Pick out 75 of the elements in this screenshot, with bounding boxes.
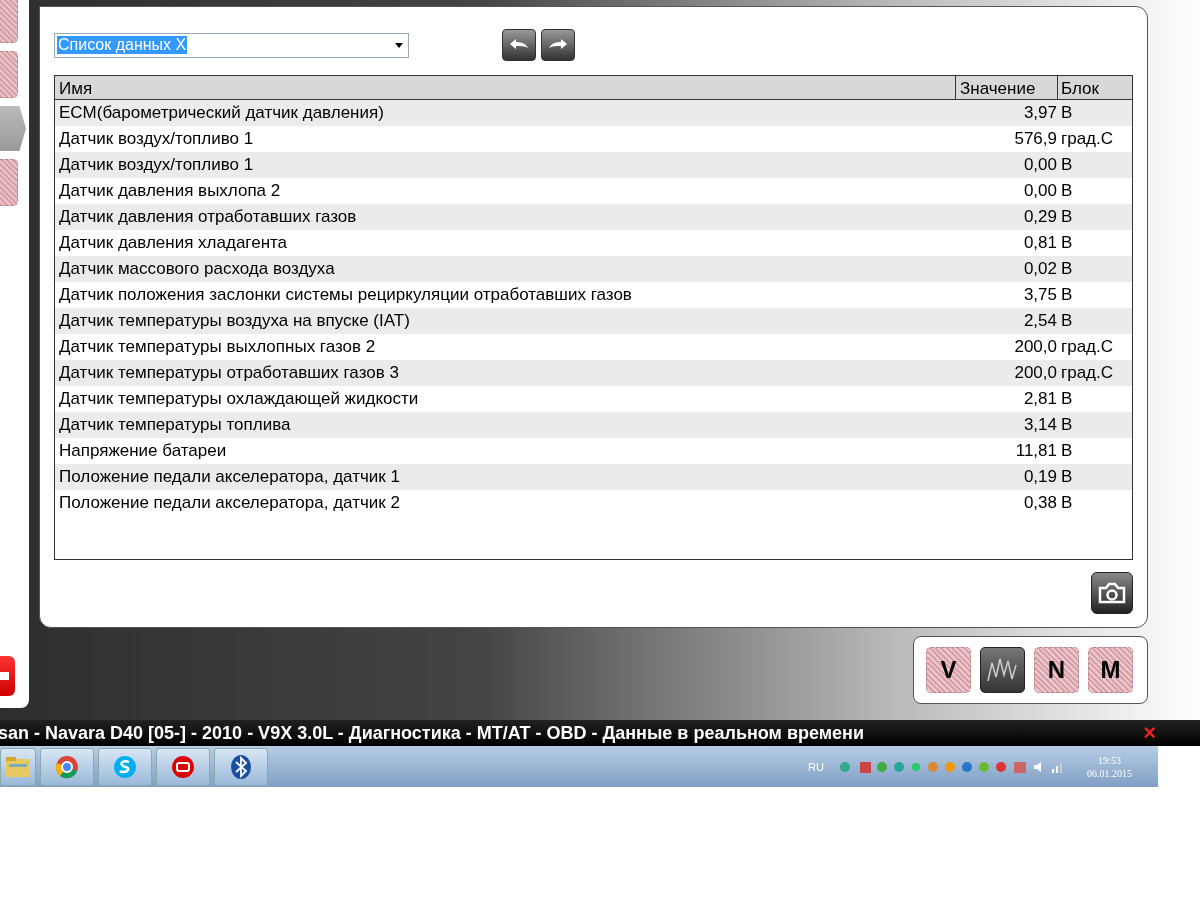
sidebar-item[interactable]: [0, 51, 18, 98]
table-cell-text: 3,75: [1022, 284, 1058, 306]
table-cell-text: В: [1061, 284, 1074, 306]
forward-button[interactable]: [541, 29, 575, 61]
table-cell-text: В: [1061, 206, 1074, 228]
table-cell-text: Датчик температуры отработавших газов 3: [58, 362, 400, 384]
table-cell-text: 2,81: [1022, 388, 1058, 410]
table-cell-text: Датчик температуры воздуха на впуске (IAT): [58, 310, 411, 332]
browser-icon[interactable]: [40, 747, 94, 786]
table-cell-text: Положение педали акселератора, датчик 2: [58, 492, 401, 514]
folder-icon[interactable]: [0, 747, 36, 786]
table-cell-text: В: [1061, 154, 1074, 176]
table-cell-text: 0,00: [1022, 180, 1058, 202]
table-cell-text: В: [1061, 180, 1074, 202]
sidebar-item[interactable]: [0, 0, 18, 43]
table-cell-text: 200,0: [1013, 362, 1058, 384]
table-cell-text: 0,81: [1022, 232, 1058, 254]
camera-button[interactable]: [1091, 572, 1133, 614]
chat-icon[interactable]: [98, 747, 152, 786]
table-cell-text: 576,9: [1013, 128, 1058, 150]
column-header[interactable]: Значение: [955, 76, 1058, 99]
table-cell-text: В: [1061, 310, 1074, 332]
close-button[interactable]: ×: [1139, 722, 1160, 744]
table-cell-text: ECM(барометрический датчик давления): [58, 102, 385, 124]
table-cell-text: 0,00: [1022, 154, 1058, 176]
table-cell-text: 0,29: [1022, 206, 1058, 228]
table-cell-text: Датчик температуры охлаждающей жидкости: [58, 388, 420, 410]
caret-icon: [395, 42, 403, 48]
sidebar-item[interactable]: [0, 159, 18, 206]
table-cell-text: Напряжение батареи: [58, 440, 228, 462]
sidebar-item[interactable]: [0, 106, 26, 151]
car-engine-icon[interactable]: [156, 747, 210, 786]
table-cell-text: Датчик положения заслонки системы рециркуляции отработавших газов: [58, 284, 633, 306]
table-cell-text: Датчик температуры выхлопных газов 2: [58, 336, 377, 358]
column-header[interactable]: Имя: [55, 76, 955, 99]
table-cell-text: В: [1061, 492, 1074, 514]
table-cell-text: Датчик воздух/топливо 1: [58, 154, 255, 176]
mode-button[interactable]: N: [1034, 647, 1079, 693]
mode-button[interactable]: V: [926, 647, 971, 693]
table-cell-text: 3,97: [1022, 102, 1058, 124]
column-header[interactable]: Блок: [1058, 76, 1132, 99]
table-cell-text: В: [1061, 388, 1074, 410]
table-cell-text: Датчик давления выхлопа 2: [58, 180, 282, 202]
stop-button[interactable]: [0, 656, 15, 696]
table-cell-text: В: [1061, 258, 1074, 280]
clock-time: 19:53: [1098, 753, 1121, 767]
table-cell-text: 0,02: [1022, 258, 1058, 280]
table-cell-text: 0,38: [1022, 492, 1058, 514]
table-cell-text: град.С: [1061, 128, 1115, 150]
table-cell-text: Датчик массового расхода воздуха: [58, 258, 336, 280]
back-button[interactable]: [502, 29, 536, 61]
table-cell-text: В: [1061, 102, 1074, 124]
table-cell-text: В: [1061, 466, 1074, 488]
table-cell-text: Положение педали акселератора, датчик 1: [58, 466, 401, 488]
table-cell-text: 200,0: [1013, 336, 1058, 358]
table-cell-text: 0,19: [1022, 466, 1058, 488]
table-cell-text: град.С: [1061, 336, 1115, 358]
table-cell-text: 3,14: [1022, 414, 1058, 436]
table-cell-text: Датчик температуры топлива: [58, 414, 292, 436]
forward-arrow-icon: [547, 38, 569, 52]
table-cell-text: град.С: [1061, 362, 1115, 384]
table-cell-text: Датчик давления отработавших газов: [58, 206, 358, 228]
table-cell-text: Датчик давления хладагента: [58, 232, 289, 254]
table-cell-text: В: [1061, 232, 1074, 254]
table-cell-text: Датчик воздух/топливо 1: [58, 128, 255, 150]
clock-date: 06.01.2015: [1087, 766, 1132, 780]
back-arrow-icon: [508, 38, 530, 52]
bluetooth-icon[interactable]: [214, 747, 268, 786]
table-cell-text: 11,81: [1014, 440, 1058, 462]
camera-icon: [1097, 581, 1127, 605]
mode-button[interactable]: M: [1088, 647, 1133, 693]
table-cell-text: В: [1061, 440, 1074, 462]
graph-mode-button[interactable]: [980, 647, 1025, 693]
table-cell-text: В: [1061, 414, 1074, 436]
table-cell-text: 2,54: [1022, 310, 1058, 332]
